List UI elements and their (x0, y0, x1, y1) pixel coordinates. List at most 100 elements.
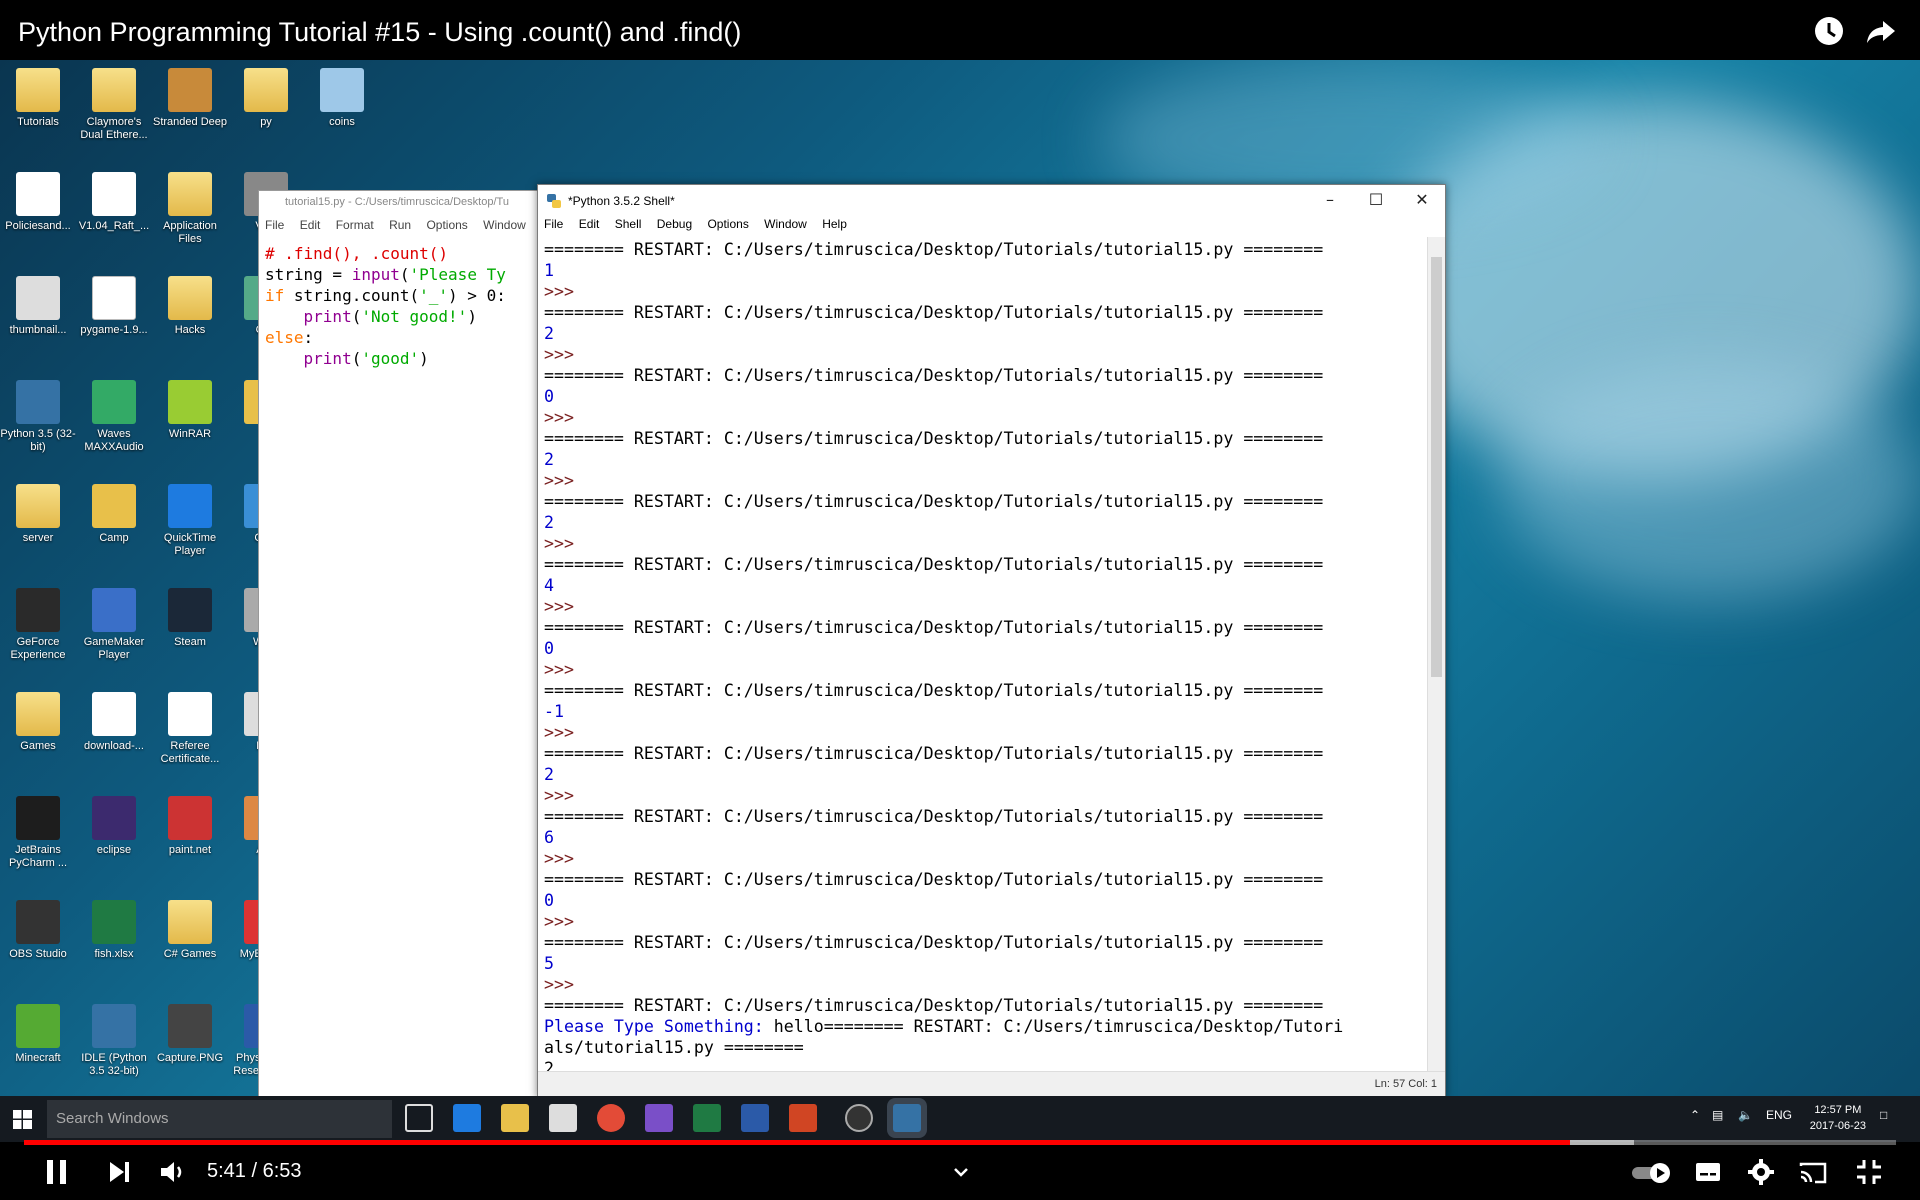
next-icon[interactable] (106, 1157, 132, 1187)
language-indicator[interactable]: ENG (1766, 1108, 1792, 1122)
obs-icon[interactable] (845, 1104, 873, 1132)
shell-scrollbar[interactable] (1427, 237, 1445, 1073)
desktop-icon[interactable]: Application Files (151, 172, 229, 246)
network-icon[interactable]: ▤ (1712, 1108, 1723, 1122)
desktop-icon-label: download-... (84, 740, 144, 752)
video-title-bar: Python Programming Tutorial #15 - Using … (0, 0, 1920, 60)
shell-menu-debug[interactable]: Debug (657, 217, 692, 231)
desktop-icon[interactable]: py (227, 68, 305, 129)
visual-studio-icon[interactable] (645, 1104, 673, 1132)
shell-menu-window[interactable]: Window (764, 217, 807, 231)
desktop-icon[interactable]: Tutorials (0, 68, 77, 129)
maximize-button[interactable]: ☐ (1353, 185, 1399, 215)
desktop-icon-image (168, 380, 212, 424)
shell-menu-edit[interactable]: Edit (579, 217, 600, 231)
windows-start-icon[interactable] (13, 1110, 32, 1129)
close-button[interactable]: ✕ (1399, 185, 1445, 215)
taskbar-clock[interactable]: 12:57 PM 2017-06-23 (1810, 1102, 1866, 1134)
cast-icon[interactable] (1797, 1157, 1829, 1187)
desktop-icon-image (92, 276, 136, 320)
code-line-6: print('good') (303, 349, 429, 368)
desktop-icon[interactable]: Policiesand... (0, 172, 77, 233)
task-view-icon[interactable] (405, 1104, 433, 1132)
volume-icon[interactable]: 🔈 (1738, 1108, 1753, 1122)
desktop-icon[interactable]: server (0, 484, 77, 545)
notifications-icon[interactable]: □ (1880, 1108, 1887, 1122)
desktop-icon[interactable]: IDLE (Python 3.5 32-bit) (75, 1004, 153, 1078)
taskbar-search[interactable]: Search Windows (47, 1100, 392, 1138)
desktop-icon[interactable]: eclipse (75, 796, 153, 857)
shell-menu-help[interactable]: Help (822, 217, 847, 231)
output-line: 1 (544, 261, 554, 280)
desktop-icon[interactable]: fish.xlsx (75, 900, 153, 961)
tray-chevron-icon[interactable]: ⌃ (1690, 1108, 1700, 1122)
editor-menu-run[interactable]: Run (389, 218, 411, 232)
desktop-icon[interactable]: Python 3.5 (32-bit) (0, 380, 77, 454)
desktop-icon[interactable]: Games (0, 692, 77, 753)
python-shell-window[interactable]: *Python 3.5.2 Shell* – ☐ ✕ File Edit She… (537, 184, 1446, 1096)
desktop-icon[interactable]: Hacks (151, 276, 229, 337)
volume-icon[interactable] (158, 1157, 188, 1187)
desktop-icon[interactable]: Claymore's Dual Ethere... (75, 68, 153, 142)
code-editor[interactable]: # .find(), .count() string = input('Plea… (259, 235, 537, 369)
desktop-icon-image (168, 900, 212, 944)
editor-menu-window[interactable]: Window (483, 218, 526, 232)
code-line-1: # .find(), .count() (265, 244, 449, 263)
desktop-icon[interactable]: Stranded Deep (151, 68, 229, 129)
shell-menu-options[interactable]: Options (707, 217, 748, 231)
desktop-icon[interactable]: GameMaker Player (75, 588, 153, 662)
desktop-icon[interactable]: Minecraft (0, 1004, 77, 1065)
minimize-button[interactable]: – (1307, 185, 1353, 215)
desktop-icon-label: IDLE (Python 3.5 32-bit) (81, 1052, 147, 1077)
desktop-icon[interactable]: Camp (75, 484, 153, 545)
settings-icon[interactable] (1746, 1157, 1776, 1187)
desktop-icon[interactable]: coins (303, 68, 381, 129)
restart-line: ======== RESTART: C:/Users/timruscica/De… (544, 681, 1324, 700)
desktop-icon[interactable]: QuickTime Player (151, 484, 229, 558)
desktop-icon[interactable]: Waves MAXXAudio (75, 380, 153, 454)
scrollbar-thumb[interactable] (1431, 257, 1442, 677)
desktop-icon[interactable]: V1.04_Raft_... (75, 172, 153, 233)
autoplay-toggle-icon[interactable] (1630, 1157, 1674, 1187)
shell-menu-file[interactable]: File (544, 217, 563, 231)
store-icon[interactable] (549, 1104, 577, 1132)
edge-icon[interactable] (453, 1104, 481, 1132)
powerpoint-icon[interactable] (789, 1104, 817, 1132)
chrome-icon[interactable] (597, 1104, 625, 1132)
exit-fullscreen-icon[interactable] (1854, 1157, 1884, 1187)
shell-output[interactable]: ======== RESTART: C:/Users/timruscica/De… (538, 237, 1426, 1073)
captions-icon[interactable] (1693, 1157, 1723, 1187)
desktop-icon[interactable]: JetBrains PyCharm ... (0, 796, 77, 870)
idle-taskbar-icon[interactable] (893, 1104, 921, 1132)
desktop-icon-label: Minecraft (15, 1052, 61, 1064)
shell-titlebar[interactable]: *Python 3.5.2 Shell* – ☐ ✕ (538, 185, 1445, 215)
shell-prompt: >>> (544, 786, 574, 805)
chevron-down-icon[interactable] (950, 1157, 972, 1187)
shell-menu-shell[interactable]: Shell (615, 217, 642, 231)
desktop-icon[interactable]: download-... (75, 692, 153, 753)
desktop-icon[interactable]: GeForce Experience (0, 588, 77, 662)
share-icon[interactable] (1864, 14, 1898, 48)
desktop-icon[interactable]: Referee Certificate... (151, 692, 229, 766)
pause-icon[interactable] (44, 1157, 70, 1187)
word-icon[interactable] (741, 1104, 769, 1132)
editor-menu-file[interactable]: File (265, 218, 284, 232)
desktop-icon[interactable]: paint.net (151, 796, 229, 857)
restart-line: ======== RESTART: C:/Users/timruscica/De… (544, 555, 1324, 574)
shell-prompt: >>> (544, 471, 574, 490)
editor-menu-options[interactable]: Options (426, 218, 467, 232)
desktop-icon[interactable]: WinRAR (151, 380, 229, 441)
watch-later-icon[interactable] (1812, 14, 1846, 48)
desktop-icon[interactable]: OBS Studio (0, 900, 77, 961)
desktop-icon[interactable]: thumbnail... (0, 276, 77, 337)
file-explorer-icon[interactable] (501, 1104, 529, 1132)
excel-icon[interactable] (693, 1104, 721, 1132)
desktop-icon[interactable]: Steam (151, 588, 229, 649)
editor-menu-edit[interactable]: Edit (300, 218, 321, 232)
desktop-icon[interactable]: pygame-1.9... (75, 276, 153, 337)
desktop-icon[interactable]: Capture.PNG (151, 1004, 229, 1065)
editor-menu-format[interactable]: Format (336, 218, 374, 232)
shell-prompt: >>> (544, 723, 574, 742)
editor-window[interactable]: tutorial15.py - C:/Users/timruscica/Desk… (258, 190, 538, 1096)
desktop-icon[interactable]: C# Games (151, 900, 229, 961)
